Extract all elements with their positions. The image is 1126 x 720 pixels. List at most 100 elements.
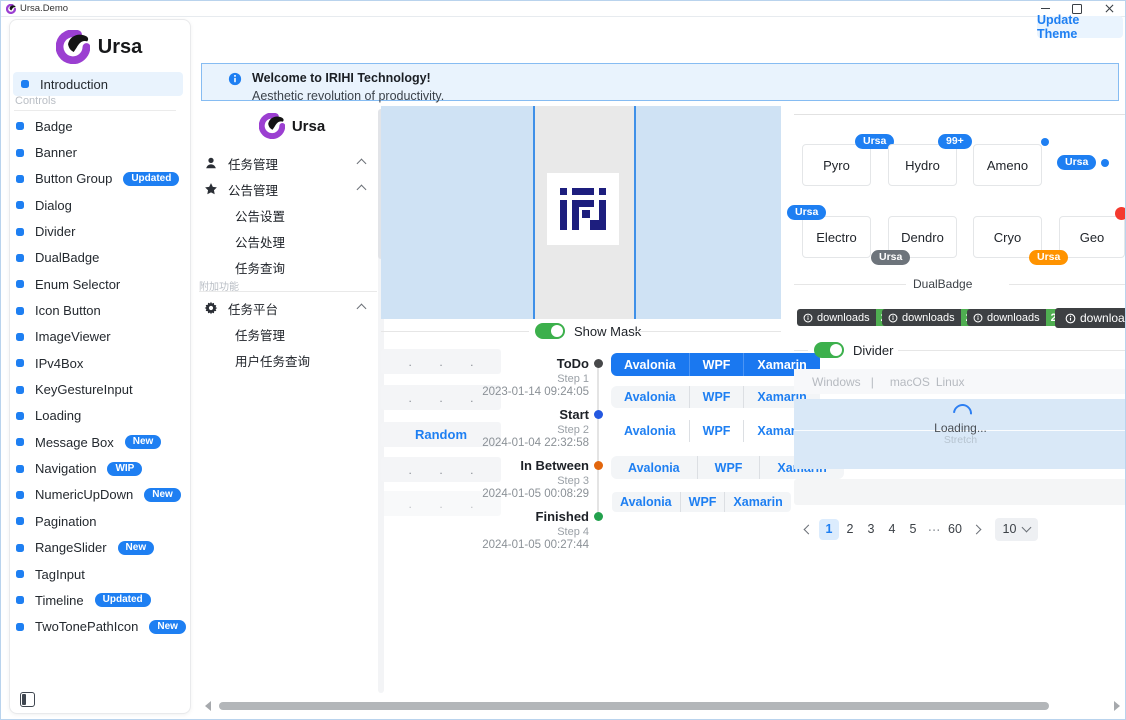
item-bullet-icon bbox=[16, 175, 24, 183]
sidebar-item-badge[interactable]: Badge bbox=[10, 113, 182, 139]
show-mask-toggle-row: Show Mask bbox=[535, 323, 641, 339]
sidebar-item-label: NumericUpDown bbox=[35, 487, 133, 502]
sidebar-item-taginput[interactable]: TagInput bbox=[10, 561, 182, 587]
timeline-time: 2024-01-05 00:27:44 bbox=[429, 539, 589, 551]
item-bullet-icon bbox=[16, 333, 24, 341]
chevron-right-icon bbox=[971, 524, 981, 534]
menu-item-announcement-process[interactable]: 公告处理 bbox=[235, 228, 285, 254]
item-bullet-icon bbox=[16, 359, 24, 367]
menu-item-task-management[interactable]: 任务管理 bbox=[235, 321, 285, 347]
sidebar-item-navigation[interactable]: NavigationWIP bbox=[10, 455, 182, 481]
new-tag: New bbox=[118, 541, 155, 555]
xamarin-button[interactable]: Xamarin bbox=[724, 492, 790, 512]
menu-item-task-query[interactable]: 任务查询 bbox=[235, 254, 285, 280]
sidebar-item-twotonepathicon[interactable]: TwoTonePathIconNew bbox=[10, 614, 182, 640]
ipv4-dot: . bbox=[408, 355, 411, 369]
close-icon bbox=[1105, 4, 1114, 13]
sidebar-item-loading[interactable]: Loading bbox=[10, 403, 182, 429]
sidebar-item-timeline[interactable]: TimelineUpdated bbox=[10, 587, 182, 613]
sidebar-item-imageviewer[interactable]: ImageViewer bbox=[10, 324, 182, 350]
pagination-page-2[interactable]: 2 bbox=[840, 519, 860, 540]
wpf-button[interactable]: WPF bbox=[689, 420, 744, 442]
avalonia-button[interactable]: Avalonia bbox=[611, 456, 697, 479]
sidebar-item-numericupdown[interactable]: NumericUpDownNew bbox=[10, 482, 182, 508]
image-viewer[interactable] bbox=[381, 106, 781, 319]
pagination-page-3[interactable]: 3 bbox=[861, 519, 881, 540]
sidebar-item-enum-selector[interactable]: Enum Selector bbox=[10, 271, 182, 297]
hscroll-left-arrow[interactable] bbox=[205, 701, 211, 711]
wpf-button[interactable]: WPF bbox=[680, 492, 725, 512]
divider-line bbox=[633, 331, 781, 332]
title-bar: Ursa.Demo bbox=[1, 1, 1125, 17]
sidebar-item-banner[interactable]: Banner bbox=[10, 139, 182, 165]
menu-item-announcement-settings[interactable]: 公告设置 bbox=[235, 202, 285, 228]
hscroll-thumb[interactable] bbox=[219, 702, 1049, 710]
sidebar-item-pagination[interactable]: Pagination bbox=[10, 508, 182, 534]
sidebar-item-label: Navigation bbox=[35, 461, 96, 476]
sidebar-item-keygestureinput[interactable]: KeyGestureInput bbox=[10, 376, 182, 402]
pagination-prev-button[interactable] bbox=[798, 519, 818, 540]
divider-toggle[interactable] bbox=[814, 342, 844, 358]
dual-badge-label: downloads bbox=[1080, 311, 1126, 325]
sidebar-item-label: Button Group bbox=[35, 171, 112, 186]
hscroll-right-arrow[interactable] bbox=[1114, 701, 1120, 711]
item-bullet-icon bbox=[21, 80, 29, 88]
sidebar-item-message-box[interactable]: Message BoxNew bbox=[10, 429, 182, 455]
dual-badge: downloads 2.4k bbox=[1055, 308, 1126, 328]
sidebar-section-label: Controls bbox=[15, 95, 56, 107]
sidebar-item-rangeslider[interactable]: RangeSliderNew bbox=[10, 535, 182, 561]
avalonia-button[interactable]: Avalonia bbox=[611, 353, 689, 376]
pagination-page-5[interactable]: 5 bbox=[903, 519, 923, 540]
sidebar-item-ipv4box[interactable]: IPv4Box bbox=[10, 350, 182, 376]
avalonia-button[interactable]: Avalonia bbox=[611, 386, 689, 408]
sidebar-item-divider[interactable]: Divider bbox=[10, 218, 182, 244]
avalonia-button[interactable]: Avalonia bbox=[612, 492, 680, 512]
menu-separator-line bbox=[199, 291, 377, 292]
avalonia-button[interactable]: Avalonia bbox=[611, 420, 689, 442]
menu-item-user-task-query[interactable]: 用户任务查询 bbox=[235, 347, 310, 373]
empty-bar bbox=[794, 479, 1126, 505]
sidebar-item-dualbadge[interactable]: DualBadge bbox=[10, 245, 182, 271]
update-theme-button[interactable]: Update Theme bbox=[1037, 16, 1123, 38]
ipv4-dot: . bbox=[408, 463, 411, 477]
dual-badge-left: downloads bbox=[967, 309, 1046, 326]
sidebar-item-introduction[interactable]: Introduction bbox=[13, 72, 183, 96]
pagination-page-4[interactable]: 4 bbox=[882, 519, 902, 540]
person-icon bbox=[203, 156, 219, 170]
card-label: Dendro bbox=[901, 230, 944, 245]
sidebar-item-icon-button[interactable]: Icon Button bbox=[10, 297, 182, 323]
sidebar-collapse-icon[interactable] bbox=[20, 692, 35, 707]
wpf-button[interactable]: WPF bbox=[689, 353, 744, 376]
sidebar-item-dialog[interactable]: Dialog bbox=[10, 192, 182, 218]
sidebar-item-button-group[interactable]: Button GroupUpdated bbox=[10, 166, 182, 192]
tab-windows[interactable]: Windows bbox=[802, 375, 871, 389]
banner-title: Welcome to IRIHI Technology! bbox=[252, 70, 444, 88]
item-bullet-icon bbox=[16, 307, 24, 315]
badge-card-hydro: Hydro bbox=[888, 144, 957, 186]
menu-group-task-management[interactable]: 任务管理 bbox=[203, 150, 373, 176]
badge-dot bbox=[1041, 138, 1049, 146]
pagination-page-60[interactable]: 60 bbox=[945, 519, 965, 540]
sidebar-nav-list: Badge Banner Button GroupUpdated Dialog … bbox=[10, 113, 182, 640]
timeline-step: Step 1 bbox=[429, 373, 589, 385]
chevron-down-icon bbox=[1022, 523, 1032, 533]
welcome-banner: Welcome to IRIHI Technology! Aesthetic r… bbox=[201, 63, 1119, 101]
sidebar-section-divider bbox=[14, 110, 176, 111]
button-group-light: Avalonia WPF Xamarin bbox=[611, 386, 820, 408]
app-logo-icon bbox=[6, 4, 16, 14]
page-size-select[interactable]: 10 bbox=[995, 518, 1038, 541]
tab-linux[interactable]: Linux bbox=[936, 375, 965, 389]
tab-macos[interactable]: macOS bbox=[874, 375, 936, 389]
ursa-logo-icon bbox=[56, 30, 90, 64]
wpf-button[interactable]: WPF bbox=[697, 456, 760, 479]
timeline-connector bbox=[597, 367, 599, 517]
timeline-dot bbox=[594, 359, 603, 368]
wpf-button[interactable]: WPF bbox=[689, 386, 744, 408]
timeline-label: Finished bbox=[429, 509, 589, 524]
show-mask-toggle[interactable] bbox=[535, 323, 565, 339]
menu-group-announcement[interactable]: 公告管理 bbox=[203, 176, 373, 202]
menu-group-task-platform[interactable]: 任务平台 bbox=[203, 295, 373, 321]
pagination-next-button[interactable] bbox=[966, 519, 986, 540]
pagination-page-1[interactable]: 1 bbox=[819, 519, 839, 540]
item-bullet-icon bbox=[16, 122, 24, 130]
